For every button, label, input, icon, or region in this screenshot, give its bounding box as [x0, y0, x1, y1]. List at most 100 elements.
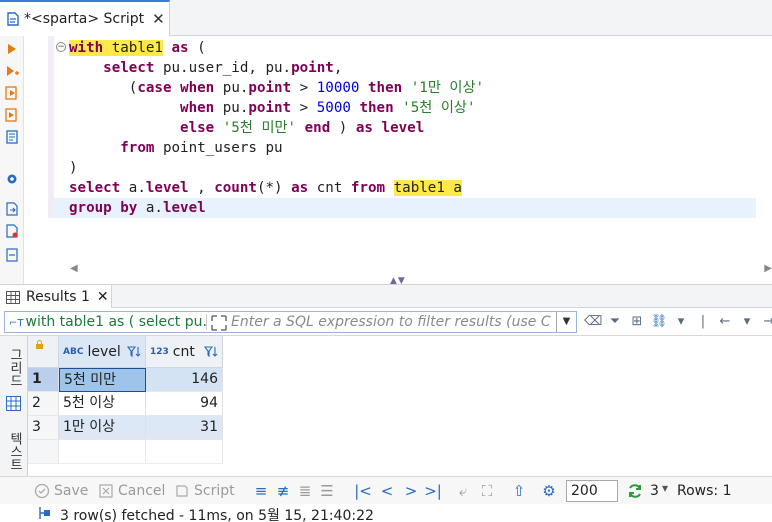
- save-label: Save: [54, 483, 89, 499]
- sort-filter-icon[interactable]: [204, 345, 218, 359]
- table-row[interactable]: 1 5천 미만 146: [28, 368, 223, 392]
- query-text-field[interactable]: ⌐T with table1 as ( select pu.: [9, 314, 209, 332]
- fetch-all-icon[interactable]: ⛶: [478, 481, 496, 501]
- fetch-size-input[interactable]: 200: [566, 480, 618, 502]
- link-icon[interactable]: ⛓: [650, 313, 668, 331]
- results-toolbar: Save Cancel Script ≡ ≢ ≣ ☰ |< < > >| ⤶ ⛶…: [0, 476, 772, 504]
- execute-script-icon[interactable]: [5, 86, 19, 100]
- code-token: a.: [137, 200, 163, 216]
- back-arrow-icon[interactable]: ←: [716, 313, 734, 331]
- fold-toggle-icon[interactable]: −: [56, 42, 66, 52]
- format-sql-icon[interactable]: [5, 248, 19, 262]
- export-icon[interactable]: ⇧: [510, 481, 528, 501]
- chevron-down-icon[interactable]: ▾: [738, 313, 756, 331]
- sort-filter-icon[interactable]: [127, 345, 141, 359]
- eraser-icon[interactable]: ⌫: [584, 313, 602, 331]
- filter-box[interactable]: ⌐T with table1 as ( select pu. Enter a SQ…: [4, 311, 577, 333]
- filter-icon[interactable]: ⏷: [606, 313, 624, 331]
- results-grid[interactable]: ABC level 123 cnt 1 5천 미만 146 2 5천 이상 94…: [28, 336, 772, 476]
- column-header-level[interactable]: ABC level: [59, 336, 146, 368]
- gear-icon[interactable]: ⚙: [540, 481, 558, 501]
- delete-row-icon[interactable]: ☰: [318, 481, 336, 501]
- code-line[interactable]: with table1 as (: [69, 38, 756, 58]
- tab-text[interactable]: 텍스트: [5, 432, 24, 471]
- grid-corner[interactable]: [28, 336, 59, 368]
- tab-results-label: Results 1: [26, 289, 90, 305]
- next-icon[interactable]: >: [402, 481, 420, 501]
- script-button[interactable]: Script: [174, 481, 235, 501]
- code-line[interactable]: group by a.level: [53, 198, 756, 218]
- edit-row-icon[interactable]: ≡: [252, 481, 270, 501]
- code-token: table1 a: [393, 180, 462, 196]
- row-number[interactable]: 3: [28, 416, 59, 440]
- cell-cnt[interactable]: 146: [146, 368, 223, 392]
- last-page-icon[interactable]: >|: [424, 481, 442, 501]
- import-script-icon[interactable]: [5, 202, 19, 216]
- editor-horizontal-scrollbar[interactable]: ◀ ▶: [66, 262, 772, 276]
- sql-script-icon: [7, 12, 19, 26]
- refresh-icon[interactable]: [626, 482, 644, 500]
- cancel-button[interactable]: Cancel: [98, 481, 165, 501]
- code-token: (: [188, 40, 206, 56]
- code-token: 5000: [316, 100, 351, 116]
- code-line[interactable]: select a.level , count(*) as cnt from ta…: [69, 178, 756, 198]
- cell-level[interactable]: 1만 이상: [59, 416, 146, 440]
- grid-view-icon[interactable]: [6, 396, 21, 411]
- fetch-page-icon[interactable]: ⤶: [454, 481, 472, 501]
- forward-arrow-icon[interactable]: →: [760, 313, 772, 331]
- code-token: select: [103, 60, 155, 76]
- scroll-right-icon[interactable]: ▶: [764, 263, 772, 274]
- code-token: >: [291, 80, 317, 96]
- add-row-icon[interactable]: ≢: [274, 481, 292, 501]
- cell-cnt[interactable]: 94: [146, 392, 223, 416]
- code-line[interactable]: (case when pu.point > 10000 then '1만 이상': [69, 78, 756, 98]
- execute-statement-icon[interactable]: [5, 42, 19, 56]
- filter-expand-icon[interactable]: [210, 314, 228, 332]
- cell-cnt[interactable]: 31: [146, 416, 223, 440]
- code-line[interactable]: ): [69, 158, 756, 178]
- gear-icon[interactable]: [5, 172, 19, 186]
- chevron-down-icon[interactable]: ▾: [662, 481, 668, 495]
- tab-script[interactable]: *<sparta> Script ✕: [0, 0, 170, 36]
- filter-bar: ⌐T with table1 as ( select pu. Enter a SQ…: [0, 308, 772, 336]
- chevron-down-icon[interactable]: ▼: [556, 312, 576, 332]
- close-icon[interactable]: ✕: [152, 10, 165, 28]
- cell-level[interactable]: 5천 이상: [59, 392, 146, 416]
- table-row[interactable]: 3 1만 이상 31: [28, 416, 223, 440]
- code-line[interactable]: when pu.point > 5000 then '5천 이상': [69, 98, 756, 118]
- code-line[interactable]: else '5천 미만' end ) as level: [69, 118, 756, 138]
- execute-script-new-tab-icon[interactable]: [5, 108, 19, 122]
- execute-in-new-tab-icon[interactable]: [5, 64, 19, 78]
- row-number[interactable]: 2: [28, 392, 59, 416]
- code-line[interactable]: select pu.user_id, pu.point,: [69, 58, 756, 78]
- chevron-down-icon[interactable]: ▾: [672, 313, 690, 331]
- filter-input[interactable]: Enter a SQL expression to filter results…: [231, 314, 553, 332]
- copy-row-icon[interactable]: ≣: [296, 481, 314, 501]
- explain-plan-icon[interactable]: [5, 130, 19, 144]
- scroll-left-icon[interactable]: ◀: [70, 263, 78, 274]
- tab-results-1[interactable]: Results 1 ✕: [0, 285, 112, 309]
- sql-editor[interactable]: − with table1 as ( select pu.user_id, pu…: [0, 36, 772, 286]
- column-header-cnt[interactable]: 123 cnt: [146, 336, 223, 368]
- code-line[interactable]: from point_users pu: [69, 138, 756, 158]
- sql-code[interactable]: with table1 as ( select pu.user_id, pu.p…: [53, 38, 756, 218]
- row-number[interactable]: 1: [28, 368, 59, 392]
- table-row[interactable]: 2 5천 이상 94: [28, 392, 223, 416]
- tab-grid[interactable]: 그리드: [5, 348, 24, 387]
- first-page-icon[interactable]: |<: [354, 481, 372, 501]
- filter-history-icon[interactable]: ⊞: [628, 313, 646, 331]
- close-icon[interactable]: ✕: [97, 289, 109, 305]
- export-script-icon[interactable]: [5, 224, 19, 238]
- previous-icon[interactable]: <: [378, 481, 396, 501]
- editor-tab-bar: *<sparta> Script ✕: [0, 0, 772, 36]
- row-count: 3: [650, 483, 659, 499]
- code-token: with: [69, 40, 104, 56]
- cell-level[interactable]: 5천 미만: [59, 368, 146, 392]
- save-button[interactable]: Save: [34, 481, 88, 501]
- code-token: point_users pu: [154, 140, 283, 156]
